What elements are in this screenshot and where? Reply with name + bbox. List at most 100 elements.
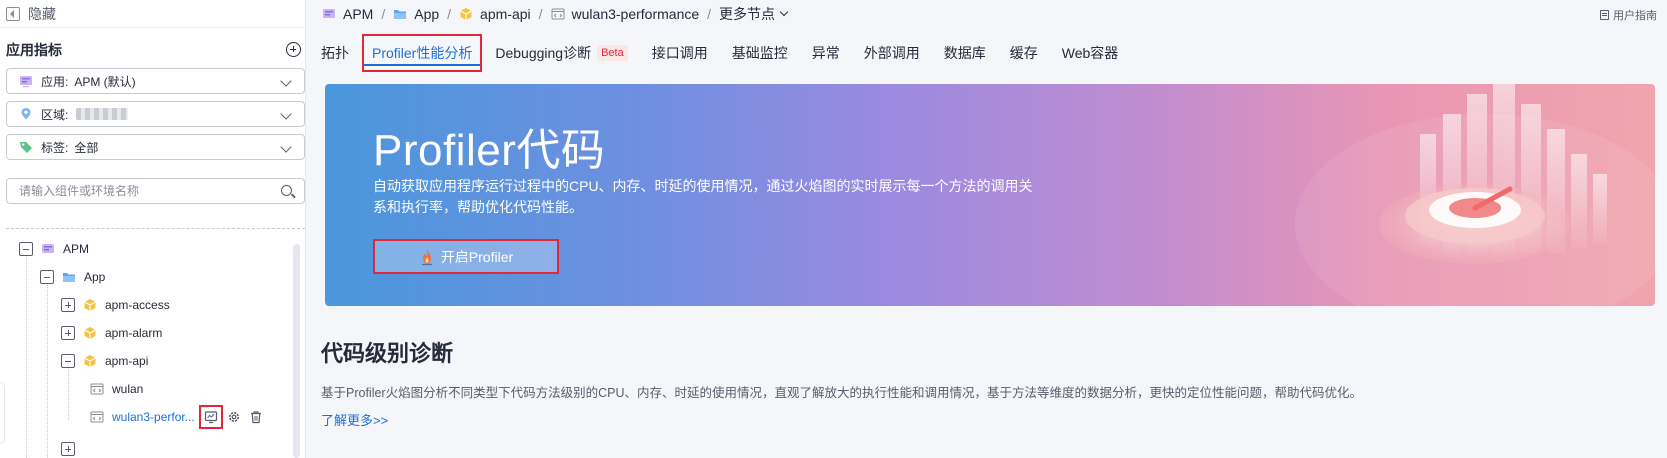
breadcrumb-more-label: 更多节点 — [719, 6, 776, 22]
breadcrumb-separator: / — [447, 6, 452, 22]
tab-exceptions[interactable]: 异常 — [812, 36, 840, 70]
learn-more-link[interactable]: 了解更多>> — [321, 410, 388, 429]
tree-node-label: APM — [63, 242, 90, 256]
main-content: APM / App / apm-api / wulan3-performance… — [306, 0, 1667, 458]
breadcrumb: APM / App / apm-api / wulan3-performance… — [322, 0, 789, 28]
start-profiler-button[interactable]: 开启Profiler — [373, 239, 559, 274]
doc-icon — [1600, 10, 1609, 20]
row-actions — [198, 405, 269, 429]
tab-database[interactable]: 数据库 — [944, 36, 986, 70]
trash-icon[interactable] — [247, 408, 265, 426]
expand-icon[interactable] — [61, 326, 75, 340]
code-icon — [90, 382, 104, 396]
code-icon — [90, 410, 104, 424]
cube-icon — [459, 7, 473, 21]
app-select-label: 应用: — [41, 74, 69, 89]
tree-node-apm-access[interactable]: apm-access — [61, 294, 170, 316]
app-select[interactable]: 应用: APM (默认) — [6, 68, 305, 94]
tree-guide-line — [47, 276, 48, 458]
tab-basic-monitoring[interactable]: 基础监控 — [732, 36, 788, 70]
start-profiler-label: 开启Profiler — [440, 248, 514, 265]
user-guide-link[interactable]: 用户指南 — [1600, 7, 1657, 23]
tree-node-label: apm-api — [105, 354, 149, 368]
tree-node-wulan[interactable]: wulan — [90, 378, 143, 400]
tree-node-label: apm-access — [105, 298, 170, 312]
tree-node-app[interactable]: App — [40, 266, 105, 288]
tab-debugging[interactable]: Debugging诊断 Beta — [495, 36, 628, 70]
sidebar: 隐藏 应用指标 应用: APM (默认) 区域: 标签: 全部 请输入组件或环境… — [0, 0, 306, 458]
chevron-down-icon — [280, 75, 292, 87]
banner-title: Profiler代码 — [373, 126, 606, 175]
tag-select[interactable]: 标签: 全部 — [6, 134, 305, 160]
region-select-label: 区域: — [41, 107, 69, 122]
folder-icon — [393, 7, 407, 21]
hide-label: 隐藏 — [28, 5, 56, 22]
tree-node-wulan3-performance[interactable]: wulan3-perfor... — [90, 405, 269, 429]
breadcrumb-label: APM — [343, 6, 374, 22]
beta-badge: Beta — [597, 45, 628, 61]
tree-node-label: wulan3-perfor... — [112, 410, 195, 424]
tab-external-calls[interactable]: 外部调用 — [864, 36, 920, 70]
app-select-value: APM (默认) — [74, 74, 136, 89]
section-title: 代码级别诊断 — [321, 341, 454, 366]
app-icon — [19, 74, 33, 88]
location-icon — [19, 107, 33, 121]
breadcrumb-separator: / — [381, 6, 386, 22]
breadcrumb-item-apm[interactable]: APM — [322, 6, 373, 22]
tab-bar: 拓扑 Profiler性能分析 Debugging诊断 Beta 接口调用 基础… — [306, 28, 1667, 78]
expand-icon[interactable] — [61, 298, 75, 312]
cube-icon — [83, 298, 97, 312]
breadcrumb-item-apm-api[interactable]: apm-api — [459, 6, 531, 22]
search-box — [6, 178, 305, 204]
tree-guide-line — [26, 248, 27, 458]
tab-label: Profiler性能分析 — [372, 45, 473, 61]
breadcrumb-label: App — [414, 6, 440, 22]
search-input[interactable] — [19, 184, 269, 198]
tab-api-calls[interactable]: 接口调用 — [652, 36, 708, 70]
collapse-icon[interactable] — [40, 270, 54, 284]
search-icon[interactable] — [281, 185, 292, 196]
tab-cache[interactable]: 缓存 — [1010, 36, 1038, 70]
tree-node-apm[interactable]: APM — [19, 238, 89, 260]
floating-handle[interactable] — [0, 382, 5, 444]
tab-web-container[interactable]: Web容器 — [1062, 36, 1119, 70]
collapse-icon[interactable] — [61, 354, 75, 368]
tag-select-value: 全部 — [74, 140, 99, 155]
breadcrumb-more-nodes[interactable]: 更多节点 — [719, 4, 789, 24]
breadcrumb-item-app[interactable]: App — [393, 6, 439, 22]
flame-icon — [419, 248, 435, 266]
divider — [6, 228, 305, 229]
hide-sidebar-button[interactable]: 隐藏 — [0, 0, 305, 28]
app-icon — [322, 7, 336, 21]
gear-icon[interactable] — [225, 408, 243, 426]
cube-icon — [83, 354, 97, 368]
tag-icon — [19, 140, 33, 154]
profiler-banner: Profiler代码 自动获取应用程序运行过程中的CPU、内存、时延的使用情况，… — [325, 84, 1655, 306]
expand-icon[interactable] — [61, 442, 75, 456]
region-value-redacted — [76, 108, 129, 120]
code-icon — [551, 7, 565, 21]
sidebar-scrollbar[interactable] — [293, 244, 300, 458]
tab-topology[interactable]: 拓扑 — [321, 36, 349, 70]
tree-node-partial[interactable] — [61, 438, 83, 458]
tree-node-apm-api[interactable]: apm-api — [61, 350, 148, 372]
cube-icon — [83, 326, 97, 340]
metrics-title: 应用指标 — [6, 42, 62, 58]
tab-profiler[interactable]: Profiler性能分析 — [361, 34, 483, 72]
breadcrumb-separator: / — [538, 6, 543, 22]
chevron-down-icon — [779, 7, 789, 17]
region-select[interactable]: 区域: — [6, 101, 305, 127]
chevron-down-icon — [280, 141, 292, 153]
section-description: 基于Profiler火焰图分析不同类型下代码方法级别的CPU、内存、时延的使用情… — [321, 386, 1362, 400]
collapse-icon[interactable] — [19, 242, 33, 256]
user-guide-label: 用户指南 — [1613, 10, 1657, 22]
app-icon — [41, 242, 55, 256]
tree-node-apm-alarm[interactable]: apm-alarm — [61, 322, 162, 344]
breadcrumb-item-wulan3-performance[interactable]: wulan3-performance — [551, 6, 699, 22]
breadcrumb-label: apm-api — [480, 6, 531, 22]
tree-node-label: App — [84, 270, 106, 284]
tree-node-label: apm-alarm — [105, 326, 163, 340]
monitor-icon[interactable] — [198, 405, 223, 429]
add-icon[interactable] — [286, 42, 301, 57]
folder-icon — [62, 270, 76, 284]
